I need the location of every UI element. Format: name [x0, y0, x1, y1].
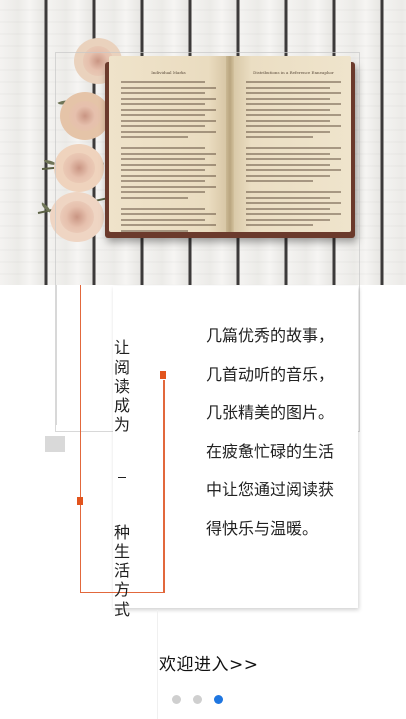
copy-line: 几篇优秀的故事， [206, 326, 335, 345]
decorative-line [55, 285, 57, 425]
enter-button[interactable]: 欢迎进入>> [159, 650, 259, 675]
accent-mark [160, 371, 166, 379]
pagination-dot[interactable] [172, 695, 181, 704]
title-dash [118, 476, 126, 479]
accent-mark [77, 497, 83, 505]
title-part-1: 让阅读成为 [113, 338, 130, 435]
pagination-dot[interactable] [193, 695, 202, 704]
copy-line: 几首动听的音乐， [206, 364, 335, 384]
copy-line: 几张精美的图片。 [206, 403, 335, 423]
copy-line: 得快乐与温暖。 [206, 518, 319, 538]
copy-line: 中让您通过阅读获 [206, 480, 335, 500]
copy-line: 在疲惫忙碌的生活 [206, 441, 335, 461]
title-part-2: 种生活方式 [113, 522, 130, 619]
vertical-title: 让阅读成为 种生活方式 [112, 300, 132, 638]
pagination-dot[interactable] [214, 695, 223, 704]
intro-copy: 几篇优秀的故事， 几首动听的音乐， 几张精美的图片。 在疲惫忙碌的生活 中让您通… [206, 326, 356, 558]
decorative-line [157, 610, 158, 719]
decorative-square [45, 436, 65, 452]
pagination-dots [172, 695, 223, 705]
title-frame-edge [163, 380, 165, 593]
